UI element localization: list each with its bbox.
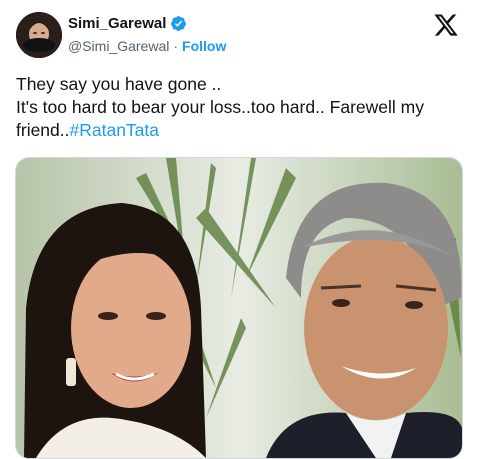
hashtag-link[interactable]: #RatanTata bbox=[70, 120, 160, 140]
tweet-line-2: It's too hard to bear your loss..too har… bbox=[16, 96, 468, 142]
author-handle-row: @Simi_Garewal · Follow bbox=[68, 38, 226, 54]
media-photo bbox=[16, 158, 462, 458]
separator-dot: · bbox=[173, 38, 179, 54]
avatar-photo bbox=[16, 12, 62, 58]
follow-button[interactable]: Follow bbox=[182, 38, 226, 54]
tweet-text: They say you have gone .. It's too hard … bbox=[16, 73, 468, 142]
author-handle[interactable]: @Simi_Garewal bbox=[68, 38, 169, 54]
author-name-row: Simi_Garewal bbox=[68, 15, 187, 32]
tweet-media[interactable] bbox=[15, 157, 463, 459]
x-logo-icon[interactable] bbox=[433, 12, 459, 38]
tweet-line-1: They say you have gone .. bbox=[16, 74, 222, 94]
author-avatar[interactable] bbox=[16, 12, 62, 58]
tweet-card: Simi_Garewal @Simi_Garewal · Follow They… bbox=[0, 0, 479, 459]
author-display-name[interactable]: Simi_Garewal bbox=[68, 15, 166, 32]
verified-badge-icon bbox=[171, 16, 187, 31]
